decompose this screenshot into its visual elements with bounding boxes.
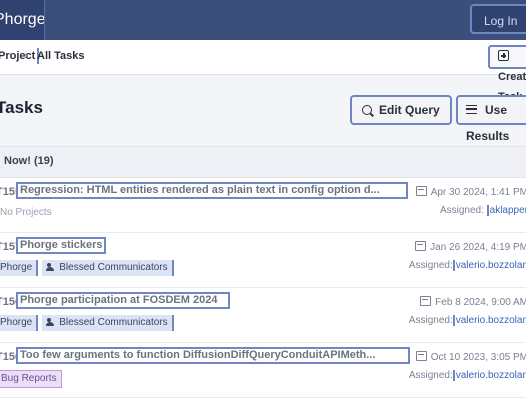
task-date: Apr 30 2024, 1:41 PM — [415, 186, 526, 198]
assignee-link[interactable]: aklapper — [486, 205, 526, 216]
priority-group-header: Now! (19) — [0, 147, 526, 178]
table-row: T15649 Too few arguments to function Dif… — [0, 343, 526, 398]
task-assignee: Assigned: aklapper — [440, 205, 526, 216]
task-tags: No Projects — [0, 205, 60, 221]
project-tag[interactable]: Bug Reports — [0, 370, 62, 388]
project-tag-label: Blessed Communicators — [59, 317, 168, 328]
menu-icon — [466, 105, 477, 114]
page-title: Tasks — [0, 98, 43, 117]
task-date: Jan 26 2024, 4:19 PM — [415, 241, 526, 253]
task-date: Feb 8 2024, 9:00 AM — [420, 296, 526, 308]
login-button[interactable]: Log In — [470, 4, 526, 34]
assigned-label: Assigned: — [408, 370, 453, 381]
breadcrumb-separator: › — [24, 50, 28, 62]
priority-group-label: Now! (19) — [4, 155, 54, 167]
assignee-link[interactable]: valerio.bozzolan — [452, 370, 526, 381]
create-task-button[interactable]: Create Task — [488, 45, 526, 103]
assignee-link[interactable]: valerio.bozzolan — [452, 315, 526, 326]
project-tag: No Projects — [0, 207, 52, 218]
task-date: Oct 10 2023, 3:05 PM — [415, 351, 526, 363]
task-date-text: Feb 8 2024, 9:00 AM — [435, 297, 526, 308]
people-icon — [46, 263, 55, 271]
task-assignee: Assigned: valerio.bozzolan — [409, 260, 526, 271]
breadcrumb: Project › All Tasks Create Task — [0, 40, 526, 103]
breadcrumb-project-link[interactable]: Project — [0, 48, 40, 64]
project-tag[interactable]: Blessed Communicators — [42, 315, 174, 331]
search-icon — [362, 105, 372, 115]
calendar-icon — [415, 186, 427, 196]
project-tag[interactable]: Phorge — [0, 315, 39, 331]
task-assignee: Assigned: valerio.bozzolan — [409, 370, 526, 381]
calendar-icon — [420, 296, 432, 306]
task-tags: Phorge Blessed Communicators — [0, 260, 178, 276]
calendar-icon — [415, 241, 427, 251]
task-title-link[interactable]: Too few arguments to function DiffusionD… — [16, 347, 410, 364]
assignee-link[interactable]: valerio.bozzolan — [452, 260, 526, 271]
task-tags: Bug Reports — [0, 370, 66, 388]
people-icon — [46, 318, 55, 326]
edit-query-button[interactable]: Edit Query — [350, 95, 452, 125]
assigned-label: Assigned: — [439, 205, 484, 216]
brand-name: Phorge — [0, 11, 45, 28]
table-row: T15502 Regression: HTML entities rendere… — [0, 178, 526, 233]
task-date-text: Jan 26 2024, 4:19 PM — [430, 242, 526, 253]
breadcrumb-current: All Tasks — [37, 50, 85, 62]
assigned-label: Assigned: — [408, 260, 453, 271]
table-row: T15673 Phorge participation at FOSDEM 20… — [0, 288, 526, 343]
assigned-label: Assigned: — [408, 315, 453, 326]
task-date-text: Apr 30 2024, 1:41 PM — [430, 187, 526, 198]
task-title-link[interactable]: Regression: HTML entities rendered as pl… — [16, 182, 408, 199]
use-results-button[interactable]: Use Results — [456, 95, 526, 143]
brand-logo[interactable]: Phorge — [0, 0, 45, 40]
top-navigation-bar: Phorge Log In — [0, 0, 526, 40]
task-title-link[interactable]: Phorge participation at FOSDEM 2024 — [16, 292, 230, 309]
task-assignee: Assigned: valerio.bozzolan — [409, 315, 526, 326]
task-list-panel: Now! (19) T15502 Regression: HTML entiti… — [0, 146, 526, 398]
calendar-icon — [415, 351, 427, 361]
project-tag[interactable]: Blessed Communicators — [42, 260, 174, 276]
project-tag[interactable]: Phorge — [0, 260, 39, 276]
task-tags: Phorge Blessed Communicators — [0, 315, 178, 331]
project-tag-label: Blessed Communicators — [59, 262, 168, 273]
table-row: T15713 Phorge stickers PhorgeBlessed Com… — [0, 233, 526, 288]
plus-icon — [498, 50, 509, 61]
task-date-text: Oct 10 2023, 3:05 PM — [430, 352, 526, 363]
edit-query-label: Edit Query — [379, 103, 440, 117]
task-title-link[interactable]: Phorge stickers — [16, 237, 106, 254]
